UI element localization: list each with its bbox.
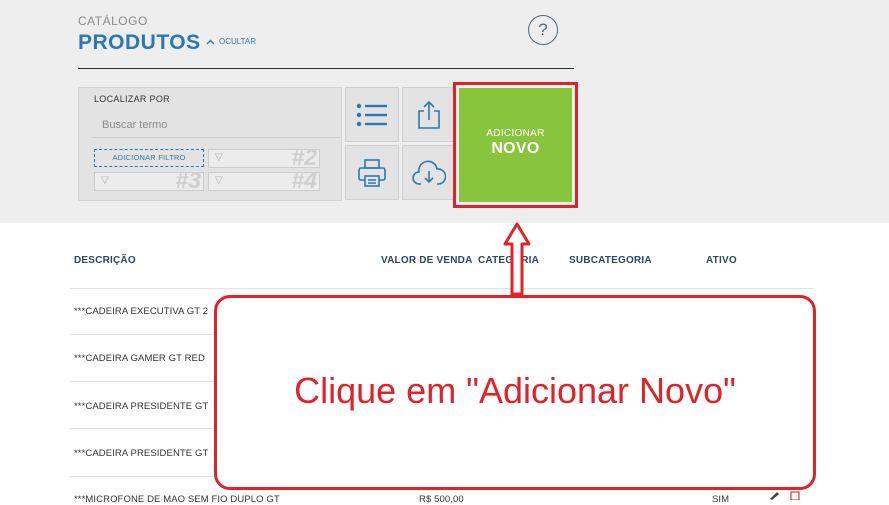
delete-icon[interactable] <box>790 491 800 500</box>
hide-toggle-label: OCULTAR <box>219 37 257 46</box>
search-label: LOCALIZAR POR <box>94 94 170 104</box>
print-button[interactable] <box>345 145 399 200</box>
filter-slot-3[interactable]: ▽ #3 <box>94 167 204 193</box>
section-label: CATÁLOGO <box>78 14 148 28</box>
share-button[interactable] <box>402 87 456 142</box>
highlight-frame <box>453 82 578 208</box>
download-button[interactable] <box>402 145 456 200</box>
table-row[interactable]: ***CADEIRA PRESIDENTE GT <box>74 401 208 412</box>
table-row[interactable]: ***CADEIRA GAMER GT RED <box>74 353 205 364</box>
arrow-up-icon <box>503 222 531 296</box>
column-header-subcategory[interactable]: SUBCATEGORIA <box>569 255 652 266</box>
row-divider <box>70 288 814 289</box>
filter-slot-4[interactable]: ▽ #4 <box>208 167 320 193</box>
list-icon <box>356 103 387 126</box>
table-row[interactable]: ***CADEIRA PRESIDENTE GT <box>74 448 208 459</box>
divider <box>78 68 574 69</box>
cloud-download-icon <box>412 160 446 185</box>
edit-icon[interactable] <box>768 491 780 500</box>
filter-slot-2[interactable]: ▽ #2 <box>208 144 320 170</box>
filter-slot-number: #3 <box>175 167 201 193</box>
table-row[interactable]: ***CADEIRA EXECUTIVA GT 2 <box>74 306 208 317</box>
funnel-icon: ▽ <box>215 152 223 163</box>
list-view-button[interactable] <box>345 87 399 142</box>
column-header-active[interactable]: ATIVO <box>706 255 737 266</box>
search-input[interactable] <box>92 112 340 138</box>
funnel-icon: ▽ <box>101 175 109 186</box>
page-title: PRODUTOS <box>78 31 201 54</box>
column-header-sale-value[interactable]: VALOR DE VENDA <box>381 255 473 266</box>
add-filter-button[interactable]: ADICIONAR FILTRO <box>94 149 204 167</box>
hide-toggle[interactable]: OCULTAR <box>206 37 256 46</box>
column-header-description[interactable]: DESCRIÇÃO <box>74 255 136 266</box>
instruction-text: Clique em "Adicionar Novo" <box>294 370 736 411</box>
filter-slot-number: #4 <box>291 167 317 193</box>
funnel-icon: ▽ <box>215 175 223 186</box>
share-icon <box>418 100 440 129</box>
print-icon <box>358 158 386 187</box>
chevron-up-icon <box>206 39 215 44</box>
help-button[interactable]: ? <box>528 15 558 45</box>
